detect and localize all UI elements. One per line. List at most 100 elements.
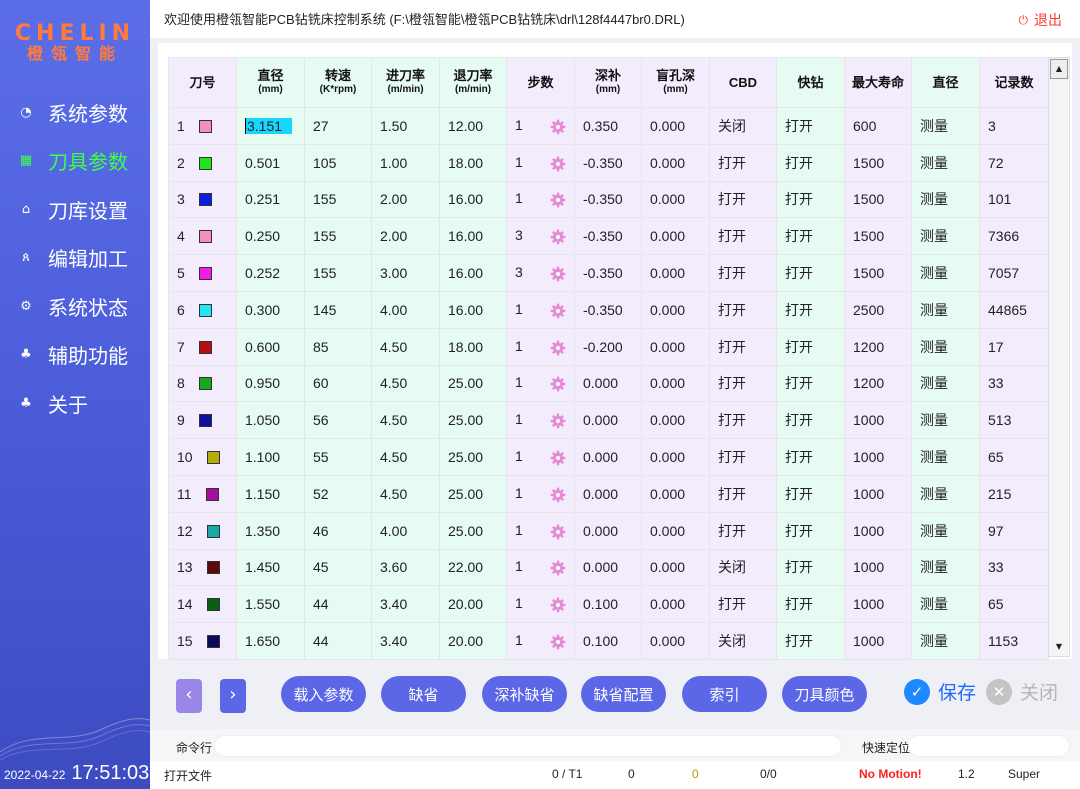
cell-life[interactable]: 1500 (844, 180, 912, 219)
cell-diameter[interactable]: 1.100 (236, 438, 305, 476)
cell-feed[interactable]: 4.50 (371, 438, 440, 476)
cell-steps[interactable]: 1 (506, 438, 575, 476)
cell-diameter[interactable]: 1.450 (236, 548, 305, 587)
cell-diameter[interactable]: 0.250 (236, 217, 305, 256)
cell-fast[interactable]: 打开 (776, 143, 845, 182)
cell-depth-comp[interactable]: 0.350 (574, 107, 642, 145)
cell-no[interactable]: 1 (168, 107, 237, 145)
gear-icon[interactable] (550, 192, 566, 208)
cell-cbd[interactable]: 打开 (709, 585, 777, 624)
cell-depth-comp[interactable]: 0.000 (574, 511, 642, 550)
cell-no[interactable]: 4 (168, 217, 237, 256)
cell-steps[interactable]: 1 (506, 548, 575, 587)
cell-speed[interactable]: 55 (304, 438, 372, 476)
cell-no[interactable]: 10 (168, 438, 237, 476)
cell-fast[interactable]: 打开 (776, 401, 845, 440)
cell-diameter[interactable]: 1.150 (236, 474, 305, 513)
cell-fast[interactable]: 打开 (776, 511, 845, 550)
cell-retract[interactable]: 25.00 (439, 401, 507, 440)
cell-speed[interactable]: 56 (304, 401, 372, 440)
cell-measure[interactable]: 测量 (911, 438, 980, 476)
cell-feed[interactable]: 1.50 (371, 107, 440, 145)
cell-records[interactable]: 513 (979, 401, 1049, 440)
cell-retract[interactable]: 16.00 (439, 180, 507, 219)
cell-feed[interactable]: 4.00 (371, 290, 440, 329)
tool-color-swatch[interactable] (206, 561, 220, 575)
cell-speed[interactable]: 155 (304, 254, 372, 292)
cell-life[interactable]: 1500 (844, 217, 912, 256)
cell-fast[interactable]: 打开 (776, 474, 845, 513)
cell-records[interactable]: 3 (979, 107, 1049, 145)
gear-icon[interactable] (550, 376, 566, 392)
cell-records[interactable]: 44865 (979, 290, 1049, 329)
tool-color-swatch[interactable] (198, 193, 212, 207)
cell-fast[interactable]: 打开 (776, 107, 845, 145)
cell-blind[interactable]: 0.000 (641, 622, 710, 660)
cell-fast[interactable]: 打开 (776, 180, 845, 219)
cell-life[interactable]: 1200 (844, 327, 912, 366)
cell-records[interactable]: 215 (979, 474, 1049, 513)
cell-no[interactable]: 14 (168, 585, 237, 624)
diameter-edit-field[interactable]: 3.151 (245, 117, 293, 134)
cell-life[interactable]: 2500 (844, 290, 912, 329)
command-input[interactable] (214, 735, 842, 757)
cell-blind[interactable]: 0.000 (641, 511, 710, 550)
cell-records[interactable]: 65 (979, 438, 1049, 476)
cell-depth-comp[interactable]: 0.000 (574, 364, 642, 403)
cell-cbd[interactable]: 打开 (709, 438, 777, 476)
tool-color-swatch[interactable] (198, 230, 212, 244)
cell-records[interactable]: 65 (979, 585, 1049, 624)
cell-retract[interactable]: 16.00 (439, 254, 507, 292)
cell-blind[interactable]: 0.000 (641, 548, 710, 587)
cell-cbd[interactable]: 关闭 (709, 622, 777, 660)
cell-depth-comp[interactable]: 0.100 (574, 622, 642, 660)
cell-no[interactable]: 12 (168, 511, 237, 550)
cell-retract[interactable]: 18.00 (439, 143, 507, 182)
cell-no[interactable]: 9 (168, 401, 237, 440)
cell-speed[interactable]: 145 (304, 290, 372, 329)
cell-records[interactable]: 7057 (979, 254, 1049, 292)
cell-life[interactable]: 1000 (844, 401, 912, 440)
cell-retract[interactable]: 25.00 (439, 438, 507, 476)
cell-feed[interactable]: 1.00 (371, 143, 440, 182)
cell-cbd[interactable]: 打开 (709, 327, 777, 366)
cell-feed[interactable]: 4.50 (371, 474, 440, 513)
cell-diameter[interactable]: 0.600 (236, 327, 305, 366)
cell-feed[interactable]: 4.50 (371, 401, 440, 440)
tool-color-swatch[interactable] (198, 414, 212, 428)
cell-retract[interactable]: 18.00 (439, 327, 507, 366)
sidebar-item-3[interactable]: ጰ 编辑加工 (0, 234, 150, 283)
cell-cbd[interactable]: 打开 (709, 511, 777, 550)
default-button[interactable]: 缺省 (381, 676, 466, 712)
gear-icon[interactable] (550, 266, 566, 282)
cell-life[interactable]: 600 (844, 107, 912, 145)
cell-records[interactable]: 97 (979, 511, 1049, 550)
cell-records[interactable]: 1153 (979, 622, 1049, 660)
cell-cbd[interactable]: 关闭 (709, 548, 777, 587)
cell-blind[interactable]: 0.000 (641, 107, 710, 145)
cell-blind[interactable]: 0.000 (641, 474, 710, 513)
cell-diameter[interactable]: 1.550 (236, 585, 305, 624)
cell-diameter[interactable]: 0.251 (236, 180, 305, 219)
tool-color-swatch[interactable] (198, 156, 212, 170)
gear-icon[interactable] (550, 524, 566, 540)
tool-color-swatch[interactable] (198, 119, 212, 133)
cell-feed[interactable]: 4.00 (371, 511, 440, 550)
cell-speed[interactable]: 105 (304, 143, 372, 182)
cell-speed[interactable]: 44 (304, 585, 372, 624)
tool-color-swatch[interactable] (206, 524, 220, 538)
cell-speed[interactable]: 60 (304, 364, 372, 403)
gear-icon[interactable] (550, 487, 566, 503)
cell-retract[interactable]: 25.00 (439, 474, 507, 513)
cell-measure[interactable]: 测量 (911, 511, 980, 550)
cell-blind[interactable]: 0.000 (641, 438, 710, 476)
cell-no[interactable]: 2 (168, 143, 237, 182)
gear-icon[interactable] (550, 560, 566, 576)
cell-depth-comp[interactable]: -0.350 (574, 290, 642, 329)
cell-feed[interactable]: 4.50 (371, 327, 440, 366)
cell-no[interactable]: 6 (168, 290, 237, 329)
cell-speed[interactable]: 52 (304, 474, 372, 513)
cell-fast[interactable]: 打开 (776, 585, 845, 624)
cell-fast[interactable]: 打开 (776, 254, 845, 292)
cell-measure[interactable]: 测量 (911, 364, 980, 403)
